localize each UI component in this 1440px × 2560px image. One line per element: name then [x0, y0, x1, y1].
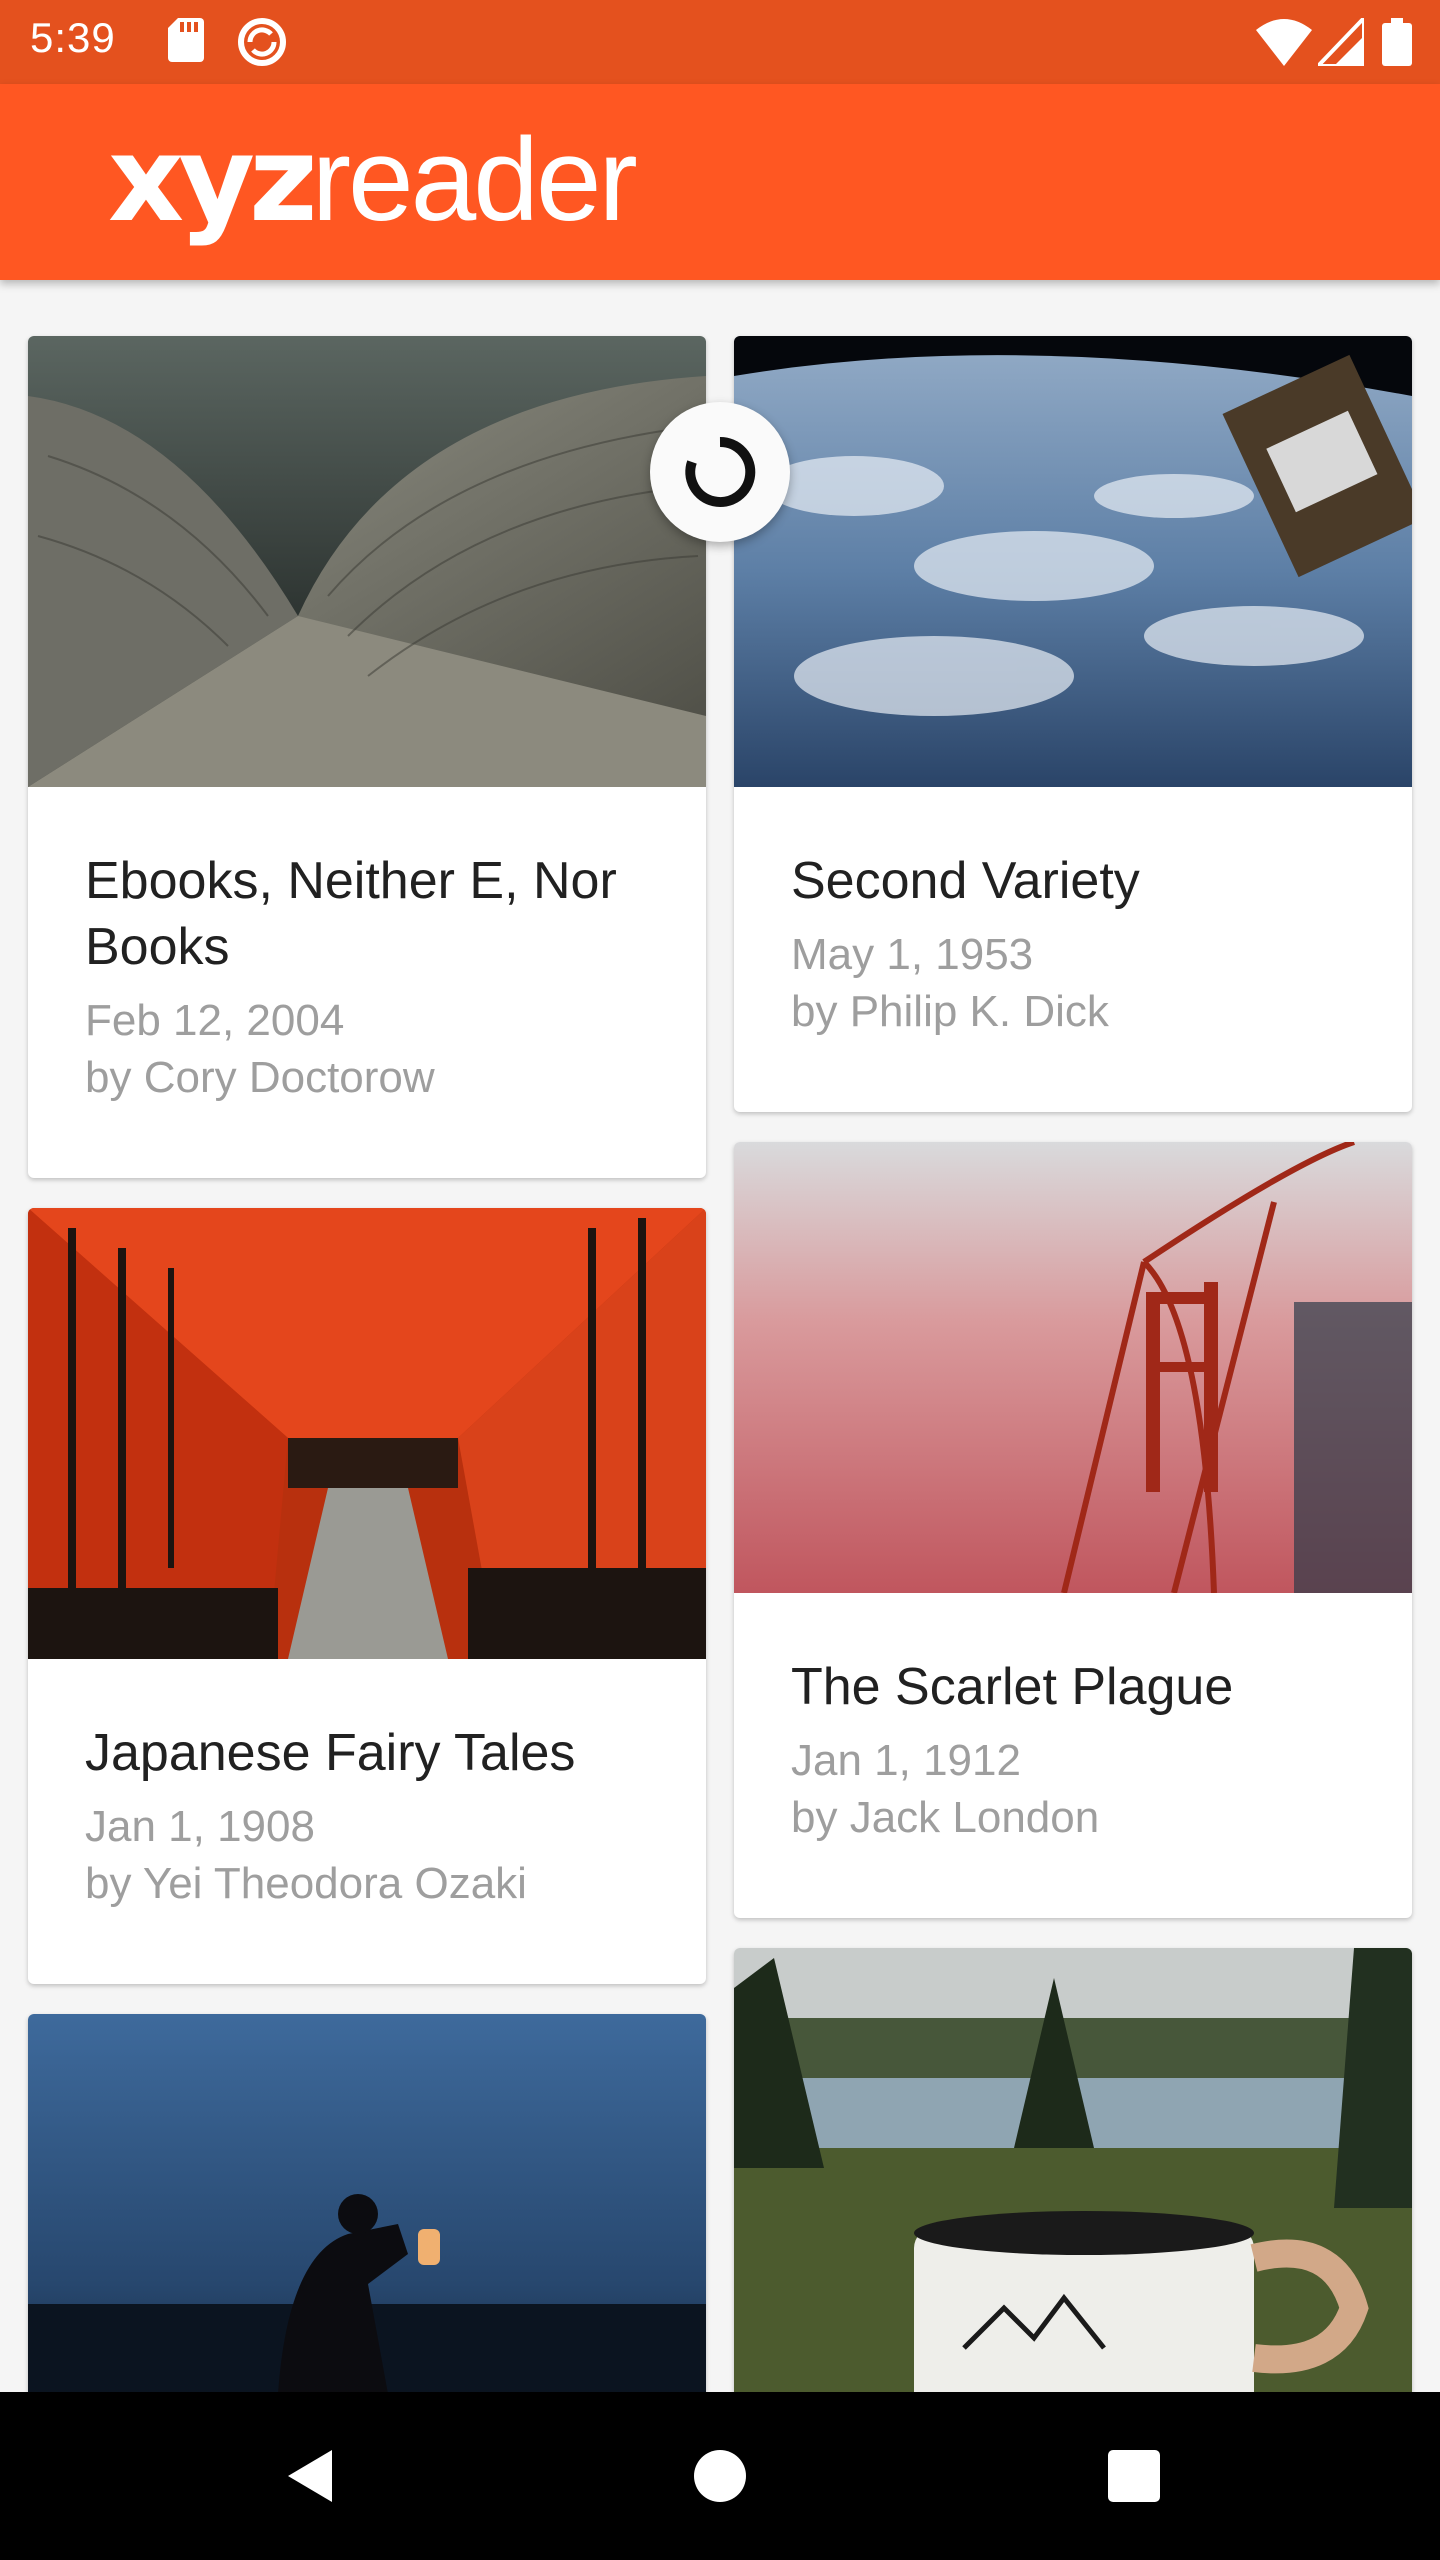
article-date: Jan 1, 1912: [791, 1736, 1021, 1785]
article-title: Japanese Fairy Tales: [85, 1724, 576, 1782]
wifi-icon: [1256, 19, 1312, 66]
article-author: by Yei Theodora Ozaki: [85, 1859, 527, 1908]
article-card[interactable]: Japanese Fairy Tales Jan 1, 1908 by Yei …: [28, 1208, 706, 1984]
signal-icon: [1318, 18, 1364, 66]
article-thumbnail: [734, 1142, 1412, 1593]
article-thumbnail: [734, 1948, 1412, 2392]
app-logo-light: reader: [311, 114, 638, 246]
article-author: by Jack London: [791, 1793, 1100, 1842]
article-title: Second Variety: [791, 852, 1140, 910]
article-card[interactable]: [734, 1948, 1412, 2392]
home-icon[interactable]: [678, 2434, 762, 2518]
article-thumbnail: [28, 2014, 706, 2392]
sdcard-icon: [168, 18, 204, 62]
article-thumbnail: [734, 336, 1412, 787]
refresh-indicator: [650, 402, 790, 542]
article-info: Second Variety May 1, 1953 by Philip K. …: [791, 848, 1372, 1040]
article-card[interactable]: [28, 2014, 706, 2392]
article-thumbnail: [28, 336, 706, 787]
article-card[interactable]: The Scarlet Plague Jan 1, 1912 by Jack L…: [734, 1142, 1412, 1918]
navigation-bar: [0, 2392, 1440, 2560]
status-bar: 5:39: [0, 0, 1440, 84]
article-title: The Scarlet Plague: [791, 1658, 1234, 1716]
article-date: Jan 1, 1908: [85, 1802, 315, 1851]
recents-icon[interactable]: [1092, 2434, 1176, 2518]
status-time: 5:39: [30, 14, 116, 61]
article-author: by Cory Doctorow: [85, 1053, 435, 1102]
article-thumbnail: [28, 1208, 706, 1659]
article-info: Ebooks, Neither E, Nor Books Feb 12, 200…: [85, 848, 666, 1106]
article-date: May 1, 1953: [791, 930, 1034, 979]
article-card[interactable]: Second Variety May 1, 1953 by Philip K. …: [734, 336, 1412, 1112]
refresh-spinner-icon: [685, 436, 756, 507]
article-grid[interactable]: Ebooks, Neither E, Nor Books Feb 12, 200…: [0, 280, 1440, 2392]
app-bar: xyzreader: [0, 84, 1440, 280]
article-date: Feb 12, 2004: [85, 996, 345, 1045]
article-title: Ebooks, Neither E, Nor Books: [85, 852, 617, 976]
article-author: by Philip K. Dick: [791, 987, 1109, 1036]
article-info: The Scarlet Plague Jan 1, 1912 by Jack L…: [791, 1654, 1372, 1846]
app-logo-bold: xyz: [108, 110, 318, 248]
sync-icon: [238, 18, 286, 66]
article-card[interactable]: Ebooks, Neither E, Nor Books Feb 12, 200…: [28, 336, 706, 1178]
article-info: Japanese Fairy Tales Jan 1, 1908 by Yei …: [85, 1720, 666, 1912]
battery-icon: [1382, 18, 1412, 66]
back-icon[interactable]: [268, 2434, 352, 2518]
app-logo: xyzreader: [108, 104, 638, 254]
